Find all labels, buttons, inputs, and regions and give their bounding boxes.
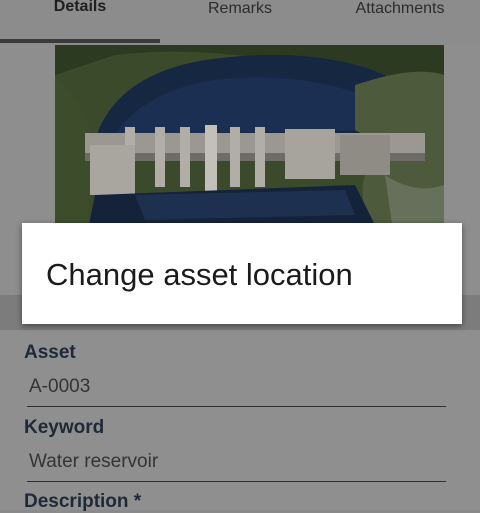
asset-label: Asset [24, 342, 76, 363]
tab-attachments[interactable]: Attachments [320, 0, 480, 45]
keyword-value[interactable]: Water reservoir [29, 451, 158, 473]
keyword-underline [27, 481, 446, 482]
change-asset-location-menu-item[interactable]: Change asset location [46, 257, 353, 293]
asset-value[interactable]: A-0003 [29, 376, 90, 398]
tab-details[interactable]: Details [0, 0, 160, 45]
asset-underline [27, 406, 446, 407]
tab-bar: Details Remarks Attachments [0, 0, 480, 45]
tab-remarks[interactable]: Remarks [160, 0, 320, 45]
tab-details-label: Details [53, 0, 107, 15]
tab-attachments-label: Attachments [355, 0, 445, 17]
asset-form: Asset A-0003 Keyword Water reservoir Des… [0, 330, 480, 512]
context-menu-popup: Change asset location [22, 223, 462, 324]
dam-reservoir-photo[interactable] [55, 45, 444, 245]
tab-remarks-label: Remarks [207, 0, 272, 17]
keyword-label: Keyword [24, 417, 105, 438]
